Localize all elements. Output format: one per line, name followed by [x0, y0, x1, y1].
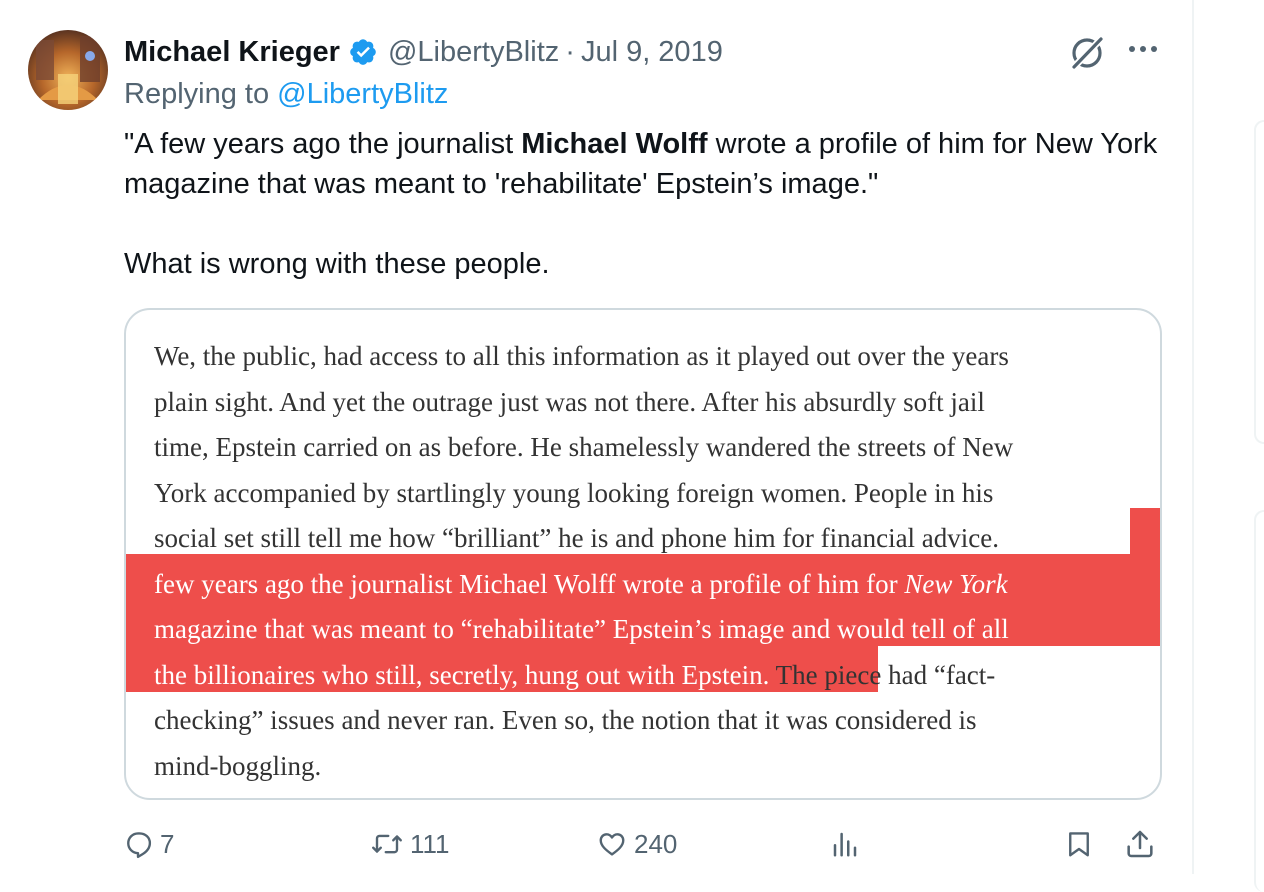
like-button[interactable]: 240 [596, 822, 677, 866]
article-line: magazine that was meant to “rehabilitate… [154, 607, 1160, 653]
replying-to: Replying to @LibertyBlitz [124, 78, 448, 111]
views-button[interactable] [830, 822, 860, 866]
post-actions: 7 111 240 [124, 822, 1164, 866]
highlighted-text: the billionaires who still, secretly, hu… [154, 659, 770, 690]
separator-dot: · [565, 35, 575, 68]
bookmark-button[interactable] [1064, 822, 1094, 866]
more-icon[interactable] [1126, 32, 1162, 68]
grok-icon[interactable] [1066, 32, 1108, 74]
article-text: We, the public, had access to all this i… [154, 341, 1009, 371]
article-line: checking” issues and never ran. Even so,… [154, 698, 1160, 744]
article-line: time, Epstein carried on as before. He s… [154, 425, 1160, 471]
article-line: few years ago the journalist Michael Wol… [154, 562, 1160, 608]
article-line: plain sight. And yet the outrage just wa… [154, 380, 1160, 426]
reply-button[interactable]: 7 [124, 822, 174, 866]
sidebar-card-edge [1254, 120, 1264, 444]
post-text: "A few years ago the journalist Michael … [124, 124, 1174, 284]
like-icon [596, 829, 628, 859]
article-text: plain sight. And yet the outrage just wa… [154, 386, 985, 417]
views-icon [830, 829, 860, 859]
reply-count: 7 [160, 828, 175, 859]
repost-count: 111 [410, 828, 450, 859]
repost-icon [370, 829, 404, 859]
highlighted-text: few years ago the journalist Michael Wol… [154, 568, 905, 599]
highlighted-text: New York [904, 568, 1008, 599]
article-text: checking” issues and never ran. Even so,… [154, 705, 977, 735]
article-text: York accompanied by startlingly young lo… [154, 477, 994, 508]
avatar-image [28, 30, 108, 110]
reply-icon [124, 829, 154, 859]
attached-image[interactable]: We, the public, had access to all this i… [124, 308, 1162, 800]
article-text: time, Epstein carried on as before. He s… [154, 432, 1014, 462]
replying-handle-link[interactable]: @LibertyBlitz [277, 78, 448, 110]
article-text: social set still tell me how “brilliant”… [154, 523, 1005, 553]
post-text-paragraph: "A few years ago the journalist Michael … [124, 124, 1174, 204]
highlighted-text: magazine that was meant to “rehabilitate… [154, 614, 1009, 644]
bookmark-icon [1064, 828, 1094, 860]
article-line: the billionaires who still, secretly, hu… [154, 653, 1160, 699]
sidebar-card-edge [1254, 510, 1264, 892]
replying-label: Replying to [124, 78, 270, 110]
post-header: Michael Krieger @LibertyBlitz · Jul 9, 2… [124, 32, 723, 72]
post-text-paragraph: What is wrong with these people. [124, 248, 550, 280]
post-text-bold: Michael Wolff [521, 128, 708, 160]
repost-button[interactable]: 111 [370, 822, 450, 866]
share-button[interactable] [1124, 822, 1156, 866]
author-name[interactable]: Michael Krieger [124, 36, 340, 69]
article-line: We, the public, had access to all this i… [154, 334, 1160, 380]
article-line: York accompanied by startlingly young lo… [154, 471, 1160, 517]
timeline-column-divider [1192, 0, 1194, 874]
post-date[interactable]: Jul 9, 2019 [581, 36, 723, 69]
like-count: 240 [634, 828, 678, 859]
avatar[interactable] [28, 30, 108, 110]
verified-badge-icon[interactable] [348, 37, 378, 67]
post-text-part: "A few years ago the journalist [124, 128, 522, 160]
article-line: social set still tell me how “brilliant”… [154, 516, 1160, 562]
article-text: mind-boggling. [154, 750, 322, 781]
author-handle[interactable]: @LibertyBlitz [388, 36, 559, 69]
article-line: mind-boggling. [154, 744, 1160, 790]
article-excerpt: We, the public, had access to all this i… [154, 334, 1160, 790]
article-text: The piece had “fact- [769, 659, 996, 690]
share-icon [1124, 828, 1156, 860]
highlighted-text: A [1004, 523, 1024, 553]
